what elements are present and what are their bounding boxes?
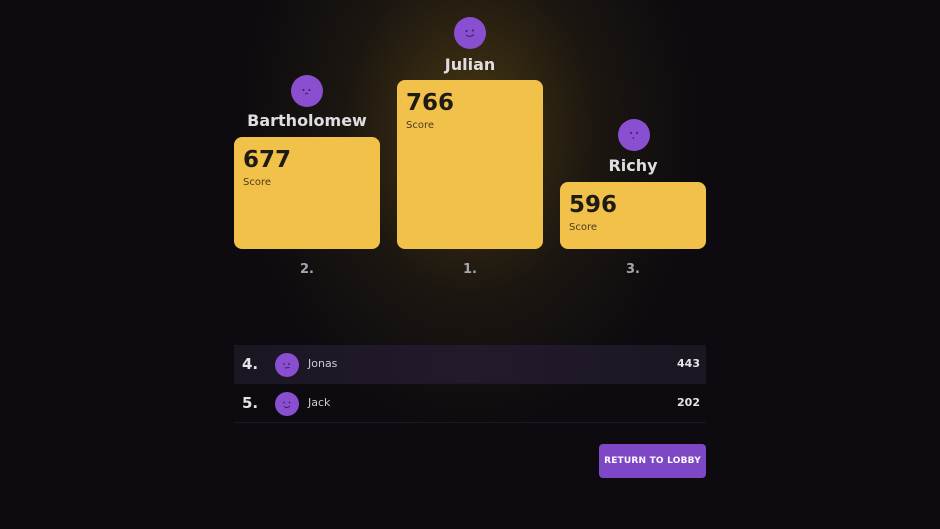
podium-block: 766 Score xyxy=(397,80,543,249)
leaderboard-list: 4. Jonas 443 5. Jack 202 xyxy=(234,345,706,423)
score-value: 677 xyxy=(243,147,292,173)
place-label: 2. xyxy=(300,262,314,277)
score-label: Score xyxy=(406,120,435,131)
player-avatar-icon xyxy=(275,353,299,377)
podium-block: 596 Score xyxy=(560,182,706,249)
place-label: 1. xyxy=(463,262,477,277)
list-item: 4. Jonas 443 xyxy=(234,345,706,384)
player-name: Richy xyxy=(608,156,658,175)
player-avatar-icon xyxy=(275,392,299,416)
podium-first: Julian 766 Score 1. xyxy=(397,0,543,529)
list-item: 5. Jack 202 xyxy=(234,384,706,423)
podium-block: 677 Score xyxy=(234,137,380,249)
player-avatar-icon xyxy=(618,119,650,151)
results-screen: Bartholomew 677 Score 2. Julian 766 Scor… xyxy=(0,0,940,529)
list-rank: 4. xyxy=(242,355,259,373)
score-label: Score xyxy=(243,177,272,188)
list-score: 202 xyxy=(677,396,700,409)
score-value: 596 xyxy=(569,192,618,218)
player-name: Julian xyxy=(444,55,496,74)
list-score: 443 xyxy=(677,357,700,370)
place-label: 3. xyxy=(626,262,640,277)
score-value: 766 xyxy=(406,90,455,116)
player-avatar-icon xyxy=(454,17,486,49)
list-player-name: Jonas xyxy=(308,357,338,370)
podium-second: Bartholomew 677 Score 2. xyxy=(234,0,380,529)
list-rank: 5. xyxy=(242,394,259,412)
player-avatar-icon xyxy=(291,75,323,107)
score-label: Score xyxy=(569,222,598,233)
list-player-name: Jack xyxy=(308,396,331,409)
return-to-lobby-button[interactable]: RETURN TO LOBBY xyxy=(599,444,706,478)
player-name: Bartholomew xyxy=(247,111,367,130)
